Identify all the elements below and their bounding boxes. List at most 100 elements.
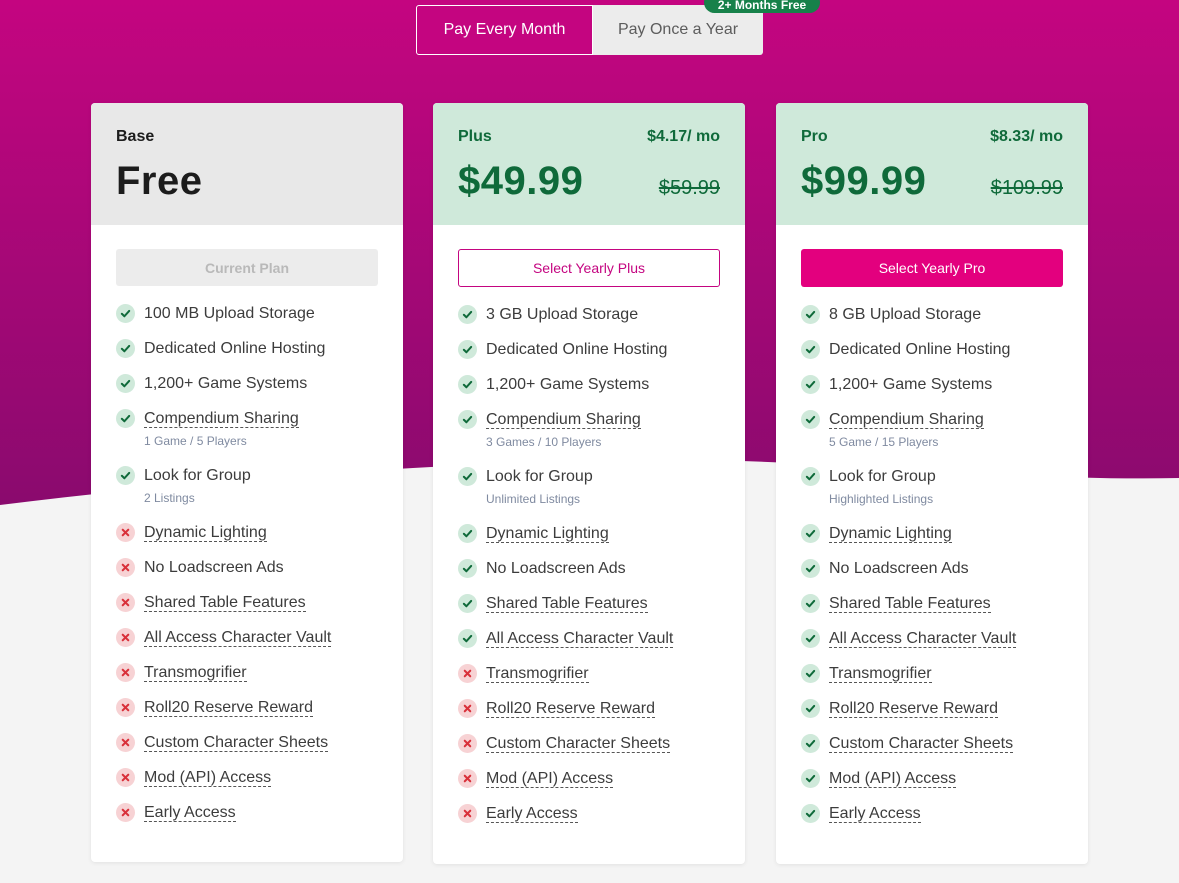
feature-label[interactable]: Shared Table Features xyxy=(486,595,648,613)
monthly-equivalent-price: $8.33/ mo xyxy=(990,128,1063,145)
plan-price: $99.99 xyxy=(801,159,927,203)
feature-item: Look for Group 2 Listings xyxy=(116,466,378,523)
feature-label[interactable]: Shared Table Features xyxy=(829,595,991,613)
plan-card-base: Base Free Current Plan 100 MB Upload Sto… xyxy=(91,103,403,862)
feature-item: Mod (API) Access xyxy=(458,769,720,804)
feature-item: Compendium Sharing 5 Game / 15 Players xyxy=(801,410,1063,467)
feature-item: Compendium Sharing 1 Game / 5 Players xyxy=(116,409,378,466)
plan-price: $49.99 xyxy=(458,159,584,203)
feature-text: Roll20 Reserve Reward xyxy=(829,699,998,718)
feature-text: Compendium Sharing 1 Game / 5 Players xyxy=(144,409,299,448)
check-icon xyxy=(116,339,135,358)
feature-label: 3 GB Upload Storage xyxy=(486,306,639,323)
feature-label[interactable]: Mod (API) Access xyxy=(829,770,957,788)
feature-text: All Access Character Vault xyxy=(144,628,332,647)
feature-label: Dedicated Online Hosting xyxy=(829,341,1011,358)
feature-text: Shared Table Features xyxy=(144,593,306,612)
feature-text: Compendium Sharing 3 Games / 10 Players xyxy=(486,410,641,449)
feature-label[interactable]: Dynamic Lighting xyxy=(829,525,952,543)
check-icon xyxy=(458,340,477,359)
feature-label: 1,200+ Game Systems xyxy=(829,376,993,393)
current-plan-button[interactable]: Current Plan xyxy=(116,249,378,286)
feature-label[interactable]: All Access Character Vault xyxy=(829,630,1017,648)
cross-icon xyxy=(458,664,477,683)
feature-text: No Loadscreen Ads xyxy=(829,559,969,578)
select-yearly-pro-button[interactable]: Select Yearly Pro xyxy=(801,249,1063,287)
check-icon xyxy=(458,594,477,613)
feature-label: Look for Group xyxy=(486,468,593,485)
feature-label[interactable]: Custom Character Sheets xyxy=(486,735,671,753)
feature-detail: 1 Game / 5 Players xyxy=(144,434,247,448)
check-icon xyxy=(801,375,820,394)
feature-list: 100 MB Upload Storage Dedicated Online Ho… xyxy=(116,304,378,838)
feature-label[interactable]: All Access Character Vault xyxy=(486,630,674,648)
feature-label[interactable]: Custom Character Sheets xyxy=(144,734,329,752)
check-icon xyxy=(801,410,820,429)
feature-list: 3 GB Upload Storage Dedicated Online Host… xyxy=(458,305,720,839)
pay-monthly-tab[interactable]: Pay Every Month xyxy=(416,5,593,55)
feature-text: Custom Character Sheets xyxy=(144,733,329,752)
feature-label: No Loadscreen Ads xyxy=(829,560,969,577)
feature-item: Mod (API) Access xyxy=(116,768,378,803)
feature-label[interactable]: Transmogrifier xyxy=(144,664,247,682)
monthly-equivalent-price: $4.17/ mo xyxy=(647,128,720,145)
check-icon xyxy=(458,629,477,648)
cross-icon xyxy=(116,593,135,612)
cross-icon xyxy=(458,699,477,718)
cross-icon xyxy=(116,663,135,682)
feature-text: Transmogrifier xyxy=(829,664,932,683)
feature-text: Compendium Sharing 5 Game / 15 Players xyxy=(829,410,984,449)
feature-label[interactable]: Shared Table Features xyxy=(144,594,306,612)
feature-text: All Access Character Vault xyxy=(486,629,674,648)
feature-label[interactable]: Compendium Sharing xyxy=(486,411,641,429)
feature-label[interactable]: Roll20 Reserve Reward xyxy=(829,700,998,718)
plan-header: Base Free xyxy=(91,103,403,225)
feature-label[interactable]: Mod (API) Access xyxy=(144,769,272,787)
feature-item: Roll20 Reserve Reward xyxy=(458,699,720,734)
feature-item: 1,200+ Game Systems xyxy=(801,375,1063,410)
feature-item: Roll20 Reserve Reward xyxy=(116,698,378,733)
feature-label[interactable]: Roll20 Reserve Reward xyxy=(486,700,655,718)
feature-label[interactable]: Early Access xyxy=(829,805,921,823)
feature-text: Shared Table Features xyxy=(829,594,991,613)
plan-header: Plus $4.17/ mo $49.99 $59.99 xyxy=(433,103,745,225)
feature-item: 1,200+ Game Systems xyxy=(458,375,720,410)
select-yearly-plus-button[interactable]: Select Yearly Plus xyxy=(458,249,720,287)
feature-item: No Loadscreen Ads xyxy=(458,559,720,594)
feature-label[interactable]: Early Access xyxy=(486,805,578,823)
feature-label[interactable]: Dynamic Lighting xyxy=(144,524,267,542)
feature-text: Early Access xyxy=(144,803,236,822)
plan-card-plus: Plus $4.17/ mo $49.99 $59.99 Select Year… xyxy=(433,103,745,864)
feature-label[interactable]: Compendium Sharing xyxy=(829,411,984,429)
feature-text: Look for Group Highlighted Listings xyxy=(829,467,936,506)
feature-label[interactable]: Compendium Sharing xyxy=(144,410,299,428)
cross-icon xyxy=(116,628,135,647)
feature-text: Transmogrifier xyxy=(486,664,589,683)
feature-item: Custom Character Sheets xyxy=(458,734,720,769)
feature-text: Shared Table Features xyxy=(486,594,648,613)
plan-header: Pro $8.33/ mo $99.99 $109.99 xyxy=(776,103,1088,225)
feature-detail: Unlimited Listings xyxy=(486,492,581,506)
feature-item: Compendium Sharing 3 Games / 10 Players xyxy=(458,410,720,467)
feature-label: 1,200+ Game Systems xyxy=(486,376,650,393)
feature-label[interactable]: Roll20 Reserve Reward xyxy=(144,699,313,717)
feature-label[interactable]: All Access Character Vault xyxy=(144,629,332,647)
feature-text: Early Access xyxy=(486,804,578,823)
feature-label[interactable]: Mod (API) Access xyxy=(486,770,614,788)
check-icon xyxy=(801,305,820,324)
feature-text: Mod (API) Access xyxy=(829,769,957,788)
feature-text: Dedicated Online Hosting xyxy=(829,340,1010,359)
feature-label[interactable]: Dynamic Lighting xyxy=(486,525,609,543)
check-icon xyxy=(801,804,820,823)
feature-label[interactable]: Transmogrifier xyxy=(486,665,589,683)
feature-label[interactable]: Transmogrifier xyxy=(829,665,932,683)
feature-detail: Highlighted Listings xyxy=(829,492,934,506)
feature-label[interactable]: Custom Character Sheets xyxy=(829,735,1014,753)
check-icon xyxy=(801,340,820,359)
feature-label[interactable]: Early Access xyxy=(144,804,236,822)
check-icon xyxy=(458,524,477,543)
feature-list: 8 GB Upload Storage Dedicated Online Host… xyxy=(801,305,1063,839)
feature-detail: 5 Game / 15 Players xyxy=(829,435,939,449)
cross-icon xyxy=(458,734,477,753)
feature-label: No Loadscreen Ads xyxy=(144,559,284,576)
